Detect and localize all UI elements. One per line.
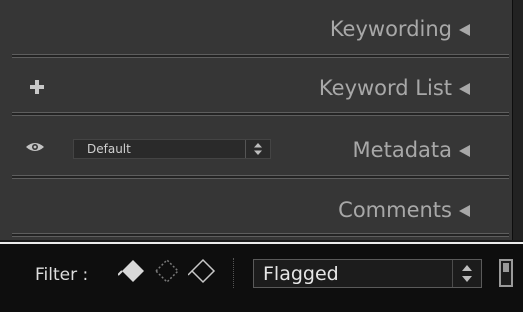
panel-comments[interactable]: Comments — [0, 179, 512, 236]
collapse-metadata-icon[interactable] — [459, 145, 470, 157]
panel-title-keyword-list[interactable]: Keyword List — [319, 76, 452, 100]
filter-divider — [233, 258, 234, 288]
panel-title-keywording[interactable]: Keywording — [330, 17, 452, 41]
metadata-preset-select[interactable]: Default — [73, 139, 271, 159]
collapse-keywording-icon[interactable] — [459, 24, 470, 36]
filter-bar-top-rule — [0, 242, 523, 244]
filter-toggle-switch-icon[interactable] — [499, 259, 513, 287]
metadata-preset-value: Default — [87, 142, 131, 156]
panel-keyword-list[interactable]: Keyword List — [0, 58, 512, 115]
updown-arrows-icon — [245, 140, 262, 158]
updown-arrows-icon — [452, 260, 472, 287]
rejected-icon[interactable] — [188, 255, 218, 289]
eye-icon[interactable] — [25, 141, 45, 153]
filter-label: Filter : — [35, 265, 89, 285]
flagged-icon[interactable] — [118, 255, 148, 289]
panel-scrollbar[interactable] — [512, 0, 523, 240]
panel-keywording[interactable]: Keywording — [0, 0, 512, 57]
right-panel-stack: Keywording Keyword List Metadata Default… — [0, 0, 512, 240]
panel-divider — [12, 233, 509, 237]
panel-title-comments[interactable]: Comments — [338, 198, 452, 222]
switch-knob — [503, 263, 509, 272]
collapse-comments-icon[interactable] — [459, 205, 470, 217]
filter-dropdown[interactable]: Flagged — [253, 259, 482, 288]
plus-icon[interactable] — [30, 80, 44, 94]
panel-title-metadata[interactable]: Metadata — [353, 138, 452, 162]
collapse-keyword-list-icon[interactable] — [459, 83, 470, 95]
filter-dropdown-value: Flagged — [263, 263, 339, 285]
unflagged-icon[interactable] — [152, 255, 182, 289]
